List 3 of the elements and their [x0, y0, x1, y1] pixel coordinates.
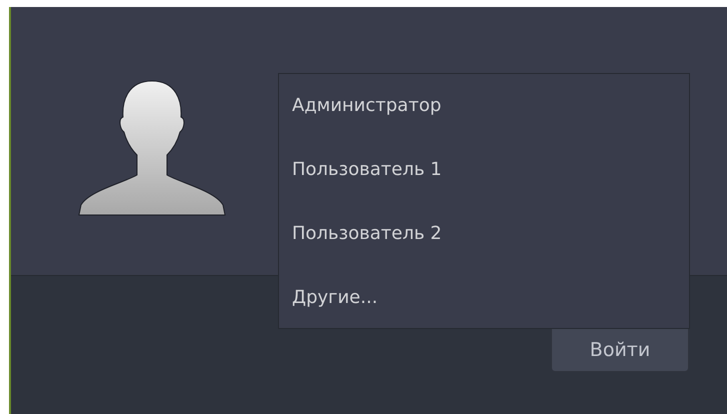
menu-item[interactable]: Пользователь 1	[292, 138, 689, 202]
menu-item[interactable]: Администратор	[292, 74, 689, 138]
menu-item[interactable]: Пользователь 2	[292, 202, 689, 266]
